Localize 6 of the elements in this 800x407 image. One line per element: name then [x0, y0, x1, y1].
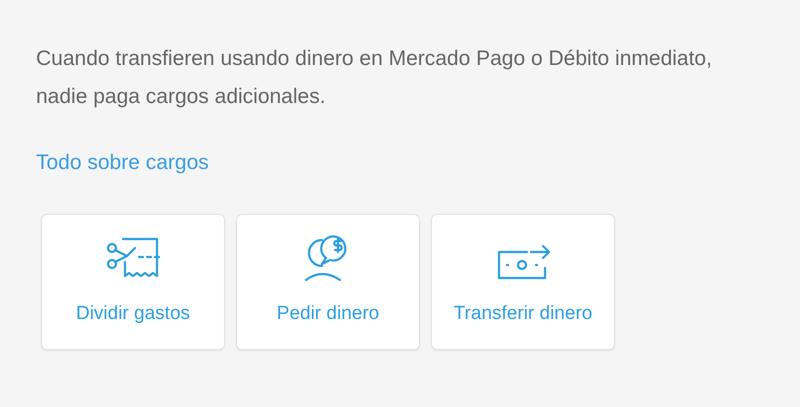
info-message: Cuando transfieren usando dinero en Mercado Pago o Débito inmediato, nadie paga cargos adicionales. — [36, 46, 713, 110]
action-card[interactable]: Transferir dinero — [431, 214, 615, 350]
action-card[interactable]: Dividir gastos — [41, 214, 225, 350]
charges-link[interactable]: Todo sobre cargos — [36, 147, 209, 178]
action-card[interactable]: Pedir dinero — [236, 214, 420, 350]
banknote-arrow-icon — [495, 242, 551, 282]
